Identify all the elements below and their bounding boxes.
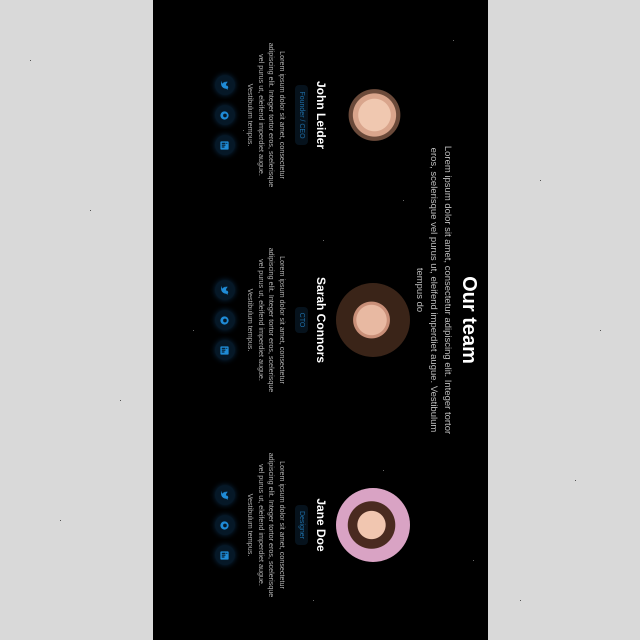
member-role-badge: Founder / CEO [295,85,308,145]
team-card: John Leider Founder / CEO Lorem ipsum do… [215,30,410,200]
team-card: Sarah Connors CTO Lorem ipsum dolor sit … [215,235,410,405]
twitter-icon [221,80,229,90]
rotated-content: Our team Lorem ipsum dolor sit amet, con… [153,0,488,640]
linkedin-link[interactable] [215,340,235,360]
background-speck [30,60,31,61]
linkedin-link[interactable] [215,135,235,155]
member-role-badge: CTO [295,306,308,334]
background-speck [120,400,121,401]
member-name: Sarah Connors [314,276,328,363]
github-link[interactable] [215,105,235,125]
social-links [215,440,235,610]
background-speck [540,180,541,181]
background-speck [520,600,521,601]
twitter-link[interactable] [215,485,235,505]
avatar [336,78,410,152]
team-section: Our team Lorem ipsum dolor sit amet, con… [153,0,488,640]
github-link[interactable] [215,515,235,535]
avatar [336,488,410,562]
github-icon [220,520,230,530]
section-title: Our team [458,276,480,364]
linkedin-link[interactable] [215,545,235,565]
member-bio: Lorem ipsum dolor sit amet, consectetur … [246,452,288,598]
twitter-icon [221,490,229,500]
linkedin-icon [220,345,230,355]
github-link[interactable] [215,310,235,330]
member-name: Jane Doe [314,498,328,552]
linkedin-icon [220,550,230,560]
background-speck [600,330,601,331]
avatar [336,283,410,357]
background-speck [90,210,91,211]
background-speck [60,520,61,521]
social-links [215,30,235,200]
twitter-icon [221,285,229,295]
twitter-link[interactable] [215,280,235,300]
member-bio: Lorem ipsum dolor sit amet, consectetur … [246,42,288,188]
background-speck [575,480,576,481]
linkedin-icon [220,140,230,150]
team-card: Jane Doe Designer Lorem ipsum dolor sit … [215,440,410,610]
social-links [215,235,235,405]
member-role-badge: Designer [295,504,308,545]
github-icon [220,315,230,325]
member-name: John Leider [314,80,328,149]
member-bio: Lorem ipsum dolor sit amet, consectetur … [246,247,288,393]
github-icon [220,110,230,120]
twitter-link[interactable] [215,75,235,95]
section-subtitle: Lorem ipsum dolor sit amet, consectetur … [414,145,453,435]
